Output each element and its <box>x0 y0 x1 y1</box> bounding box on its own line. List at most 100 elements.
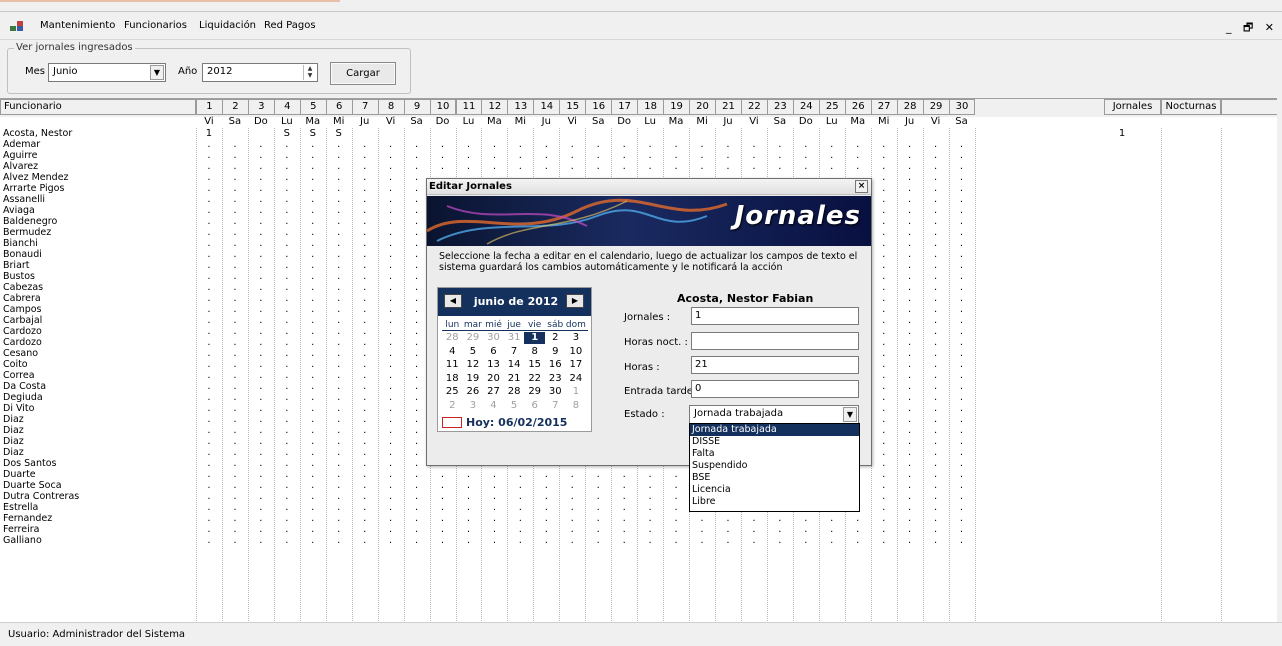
calendar-day[interactable]: 28 <box>504 386 525 398</box>
day-cell[interactable]: . <box>871 535 897 546</box>
day-cell[interactable]: . <box>300 403 326 414</box>
day-cell[interactable]: . <box>222 150 248 161</box>
day-cell[interactable]: . <box>378 348 404 359</box>
day-cell[interactable]: . <box>300 436 326 447</box>
day-cell[interactable]: . <box>456 480 482 491</box>
day-cell[interactable]: . <box>196 337 222 348</box>
day-cell[interactable]: . <box>300 161 326 172</box>
day-cell[interactable]: . <box>897 271 923 282</box>
table-row[interactable]: Dutra Contreras.........................… <box>0 491 1282 502</box>
day-cell[interactable]: . <box>352 348 378 359</box>
day-cell[interactable]: . <box>949 491 975 502</box>
day-cell[interactable]: . <box>637 535 663 546</box>
column-header-day[interactable]: 30 <box>948 99 976 115</box>
day-cell[interactable]: . <box>378 227 404 238</box>
column-header-day[interactable]: 2 <box>221 99 249 115</box>
day-cell[interactable]: . <box>248 172 274 183</box>
jornales-cell[interactable] <box>1104 205 1140 216</box>
day-cell[interactable]: . <box>689 513 715 524</box>
day-cell[interactable]: . <box>949 282 975 293</box>
day-cell[interactable]: . <box>897 282 923 293</box>
day-cell[interactable]: . <box>326 392 352 403</box>
menu-red-pagos[interactable]: Red Pagos <box>264 20 316 31</box>
day-cell[interactable]: . <box>897 425 923 436</box>
day-cell[interactable]: . <box>196 282 222 293</box>
day-cell[interactable]: . <box>923 205 949 216</box>
day-cell[interactable]: . <box>248 260 274 271</box>
spin-arrows-icon[interactable]: ▲ ▼ <box>303 65 316 80</box>
day-cell[interactable]: . <box>637 502 663 513</box>
day-cell[interactable]: . <box>533 491 559 502</box>
day-cell[interactable]: . <box>196 150 222 161</box>
day-cell[interactable]: . <box>248 227 274 238</box>
day-cell[interactable]: . <box>871 293 897 304</box>
day-cell[interactable]: . <box>274 161 300 172</box>
chevron-down-icon[interactable]: ▼ <box>150 65 164 80</box>
next-month-icon[interactable]: ▶ <box>566 294 584 308</box>
day-cell[interactable]: . <box>533 161 559 172</box>
calendar-day[interactable]: 2 <box>442 400 463 412</box>
estado-option[interactable]: DISSE <box>690 436 859 448</box>
jornales-cell[interactable] <box>1104 326 1140 337</box>
calendar-day[interactable]: 28 <box>442 332 463 344</box>
day-cell[interactable]: . <box>533 139 559 150</box>
day-cell[interactable]: . <box>663 469 689 480</box>
day-cell[interactable] <box>533 128 559 139</box>
day-cell[interactable]: . <box>533 524 559 535</box>
day-cell[interactable]: . <box>222 238 248 249</box>
table-row[interactable]: Aguirre.............................. <box>0 150 1282 161</box>
day-cell[interactable]: . <box>274 249 300 260</box>
column-header-day[interactable]: 24 <box>792 99 820 115</box>
day-cell[interactable]: . <box>378 315 404 326</box>
day-cell[interactable]: . <box>559 480 585 491</box>
day-cell[interactable]: . <box>274 337 300 348</box>
day-cell[interactable]: . <box>871 480 897 491</box>
day-cell[interactable]: . <box>871 326 897 337</box>
day-cell[interactable]: . <box>871 491 897 502</box>
day-cell[interactable]: . <box>871 370 897 381</box>
day-cell[interactable]: . <box>300 524 326 535</box>
day-cell[interactable]: . <box>300 205 326 216</box>
day-cell[interactable]: . <box>559 139 585 150</box>
calendar-day[interactable]: 6 <box>483 346 504 358</box>
day-cell[interactable]: . <box>352 172 378 183</box>
calendar-day[interactable]: 16 <box>545 359 566 371</box>
day-cell[interactable]: . <box>196 447 222 458</box>
day-cell[interactable]: . <box>897 337 923 348</box>
column-header-day[interactable]: 1 <box>196 99 223 115</box>
day-cell[interactable]: . <box>456 502 482 513</box>
day-cell[interactable]: . <box>871 315 897 326</box>
day-cell[interactable]: . <box>378 260 404 271</box>
table-row[interactable]: Alvarez.............................. <box>0 161 1282 172</box>
day-cell[interactable]: . <box>300 282 326 293</box>
day-cell[interactable]: . <box>196 513 222 524</box>
day-cell[interactable]: . <box>248 271 274 282</box>
day-cell[interactable]: . <box>222 326 248 337</box>
day-cell[interactable]: . <box>300 304 326 315</box>
day-cell[interactable]: . <box>949 183 975 194</box>
day-cell[interactable]: . <box>559 491 585 502</box>
day-cell[interactable]: . <box>897 370 923 381</box>
day-cell[interactable]: . <box>222 315 248 326</box>
day-cell[interactable]: . <box>274 381 300 392</box>
day-cell[interactable]: . <box>923 304 949 315</box>
estado-option[interactable]: Libre <box>690 496 859 508</box>
day-cell[interactable]: . <box>222 436 248 447</box>
day-cell[interactable]: . <box>352 271 378 282</box>
day-cell[interactable]: . <box>559 161 585 172</box>
day-cell[interactable] <box>378 128 404 139</box>
calendar-day[interactable]: 9 <box>545 346 566 358</box>
day-cell[interactable]: . <box>248 392 274 403</box>
day-cell[interactable]: . <box>196 502 222 513</box>
column-header-day[interactable]: 6 <box>325 99 353 115</box>
day-cell[interactable]: . <box>274 282 300 293</box>
day-cell[interactable]: . <box>222 337 248 348</box>
day-cell[interactable]: . <box>715 161 741 172</box>
day-cell[interactable]: . <box>378 436 404 447</box>
day-cell[interactable] <box>456 128 482 139</box>
day-cell[interactable]: . <box>352 161 378 172</box>
day-cell[interactable]: . <box>222 227 248 238</box>
day-cell[interactable]: . <box>326 304 352 315</box>
chevron-down-icon[interactable]: ▼ <box>843 407 857 422</box>
day-cell[interactable]: . <box>326 513 352 524</box>
